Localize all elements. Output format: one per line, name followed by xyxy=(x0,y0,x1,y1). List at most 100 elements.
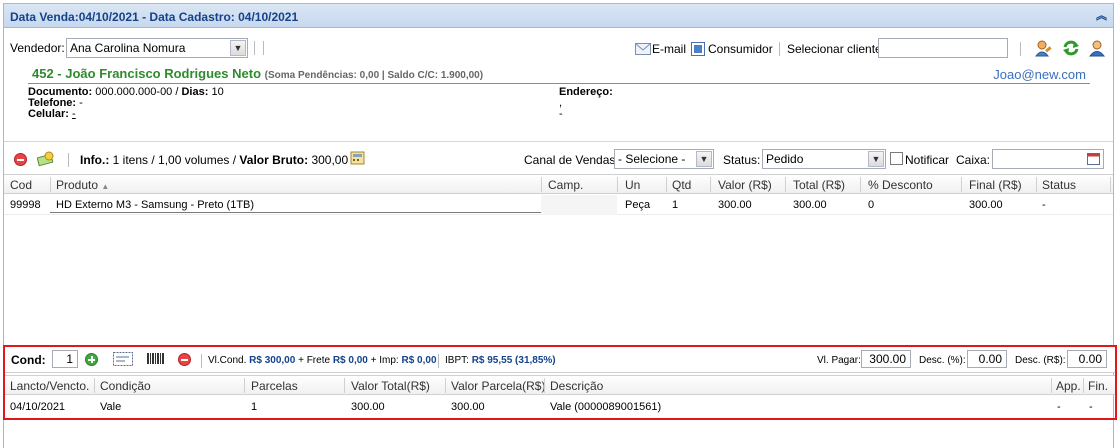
separator xyxy=(263,41,264,55)
cell-total: 300.00 xyxy=(793,199,827,211)
add-condition-icon[interactable] xyxy=(85,353,98,366)
chevron-down-icon[interactable]: ▼ xyxy=(868,151,884,167)
desc-pct-input[interactable]: 0.00 xyxy=(967,350,1007,368)
col-lancto[interactable]: Lancto/Vencto. xyxy=(10,379,89,393)
separator xyxy=(438,354,439,368)
cell-descricao: Vale (0000089001561) xyxy=(550,401,662,413)
barcode-icon[interactable] xyxy=(147,353,165,364)
column-separator[interactable] xyxy=(94,378,95,393)
table-row[interactable]: 04/10/2021 Vale 1 300.00 300.00 Vale (00… xyxy=(5,397,1115,417)
col-camp[interactable]: Camp. xyxy=(548,178,583,192)
col-total[interactable]: Total (R$) xyxy=(793,178,845,192)
column-separator[interactable] xyxy=(50,177,51,192)
column-separator[interactable] xyxy=(544,378,545,393)
remove-condition-icon[interactable] xyxy=(178,353,191,366)
chevron-down-icon[interactable]: ▼ xyxy=(696,151,712,167)
client-user-icon[interactable] xyxy=(1088,39,1106,57)
notify-checkbox[interactable] xyxy=(890,152,903,165)
days-value: 10 xyxy=(211,86,224,98)
column-separator[interactable] xyxy=(1051,378,1052,393)
col-un[interactable]: Un xyxy=(625,178,640,192)
calculator-icon[interactable] xyxy=(350,151,366,166)
money-icon[interactable] xyxy=(37,151,55,167)
col-fin[interactable]: Fin. xyxy=(1088,379,1108,393)
column-separator[interactable] xyxy=(860,177,861,192)
envelope-icon[interactable] xyxy=(635,43,651,55)
col-qtd[interactable]: Qtd xyxy=(672,178,691,192)
column-separator[interactable] xyxy=(785,177,786,192)
consumer-label[interactable]: Consumidor xyxy=(708,42,773,56)
column-separator[interactable] xyxy=(244,378,245,393)
column-separator[interactable] xyxy=(1036,177,1037,192)
cond-input[interactable]: 1 xyxy=(52,350,78,368)
refresh-icon[interactable] xyxy=(1062,39,1080,57)
frete-value: R$ 0,00 xyxy=(332,355,368,366)
column-separator[interactable] xyxy=(1083,378,1084,393)
panel-title: Data Venda:04/10/2021 - Data Cadastro: 0… xyxy=(10,10,299,24)
info-text: 1 itens / 1,00 volumes / xyxy=(112,153,237,167)
calendar-icon[interactable] xyxy=(1087,152,1101,166)
imp-value: R$ 0,00 xyxy=(401,355,437,366)
cell-valor-parcela: 300.00 xyxy=(451,401,485,413)
col-valor-parcela[interactable]: Valor Parcela(R$) xyxy=(451,379,545,393)
payment-slip-icon[interactable] xyxy=(113,352,133,366)
sales-channel-select[interactable]: - Selecione - ▼ xyxy=(614,149,714,169)
select-client-input[interactable] xyxy=(878,38,1008,58)
sales-channel-label: Canal de Vendas: xyxy=(524,153,619,167)
sales-channel-value: - Selecione - xyxy=(618,152,686,166)
cell-lancto: 04/10/2021 xyxy=(10,401,66,413)
edit-client-icon[interactable] xyxy=(1034,39,1052,57)
col-condicao[interactable]: Condição xyxy=(100,379,151,393)
client-name: 452 - João Francisco Rodrigues Neto xyxy=(32,66,262,81)
col-valor-total[interactable]: Valor Total(R$) xyxy=(351,379,430,393)
column-separator[interactable] xyxy=(344,378,345,393)
column-separator[interactable] xyxy=(617,177,618,192)
col-parcelas[interactable]: Parcelas xyxy=(251,379,298,393)
cell-cod: 99998 xyxy=(10,199,41,211)
address-label: Endereço: xyxy=(559,86,613,98)
imp-label: + Imp: xyxy=(370,355,399,366)
cashier-input[interactable] xyxy=(992,149,1104,169)
separator xyxy=(779,42,780,56)
status-value: Pedido xyxy=(766,152,804,166)
cell-parcelas: 1 xyxy=(251,401,258,413)
column-separator[interactable] xyxy=(541,177,542,192)
vendor-select-value: Ana Carolina Nomura xyxy=(70,41,186,55)
vendor-select[interactable]: Ana Carolina Nomura ▼ xyxy=(66,38,248,58)
client-email[interactable]: Joao@new.com xyxy=(993,67,1086,82)
remove-item-icon[interactable] xyxy=(14,153,27,166)
cell-produto: HD Externo M3 - Samsung - Preto (1TB) xyxy=(56,199,255,211)
col-produto[interactable]: Produto ▲ xyxy=(56,178,109,192)
chevron-down-icon[interactable]: ▼ xyxy=(230,40,246,56)
status-select[interactable]: Pedido ▼ xyxy=(762,149,886,169)
column-separator[interactable] xyxy=(666,177,667,192)
column-separator[interactable] xyxy=(961,177,962,192)
client-summary: 452 - João Francisco Rodrigues Neto (Som… xyxy=(28,64,1090,84)
email-label[interactable]: E-mail xyxy=(652,42,686,56)
vl-pagar-input[interactable]: 300.00 xyxy=(861,350,911,368)
desc-rs-input[interactable]: 0.00 xyxy=(1067,350,1107,368)
cell-value[interactable]: - xyxy=(72,108,76,120)
column-separator[interactable] xyxy=(445,378,446,393)
cell-desconto: 0 xyxy=(868,199,875,211)
col-desconto[interactable]: % Desconto xyxy=(868,178,933,192)
notify-label[interactable]: Notificar xyxy=(905,153,949,167)
consumer-checkbox-icon[interactable] xyxy=(691,42,705,56)
client-address-label-line: Endereço: xyxy=(559,86,613,98)
days-label: Dias: xyxy=(181,86,209,98)
col-cod[interactable]: Cod xyxy=(10,178,32,192)
col-app[interactable]: App. xyxy=(1056,379,1081,393)
payment-section: Cond: 1 Vl.Cond. R$ 300,00 + Frete R$ 0,… xyxy=(3,345,1117,420)
vlcond-label: Vl.Cond. xyxy=(208,355,247,366)
gross-label: Valor Bruto: xyxy=(239,153,309,167)
vl-pagar-label: Vl. Pagar: xyxy=(817,355,861,366)
col-status[interactable]: Status xyxy=(1042,178,1076,192)
double-chevron-up-icon[interactable]: ︽ xyxy=(1096,7,1107,23)
col-valor[interactable]: Valor (R$) xyxy=(718,178,772,192)
col-descricao[interactable]: Descrição xyxy=(550,379,603,393)
column-separator[interactable] xyxy=(1110,177,1111,192)
col-final[interactable]: Final (R$) xyxy=(969,178,1022,192)
column-separator[interactable] xyxy=(710,177,711,192)
info-label: Info.: xyxy=(80,153,110,167)
separator xyxy=(68,153,69,167)
